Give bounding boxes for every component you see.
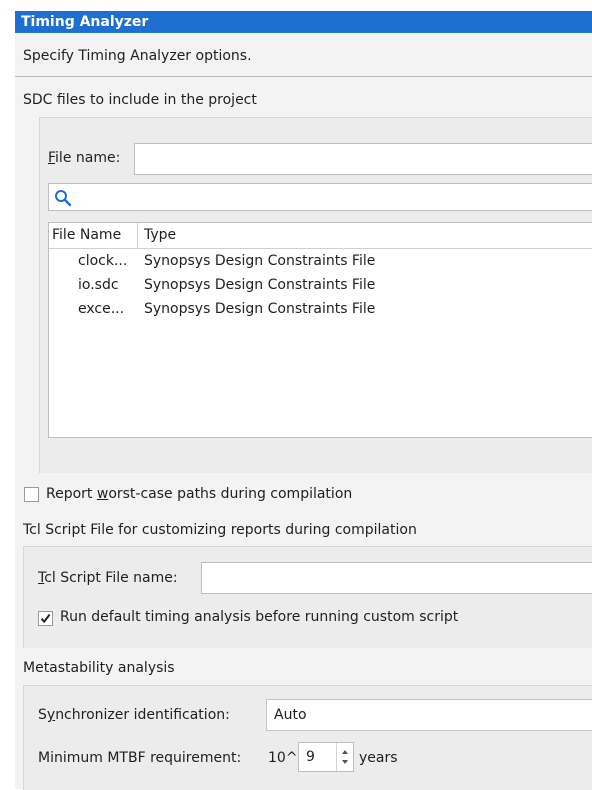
description-divider <box>15 76 592 77</box>
table-row[interactable]: clock... Synopsys Design Constraints Fil… <box>49 252 592 274</box>
table-row[interactable]: exce... Synopsys Design Constraints File <box>49 300 592 322</box>
dialog-description: Specify Timing Analyzer options. <box>23 48 252 64</box>
report-worst-case-checkbox[interactable] <box>24 487 39 502</box>
file-name-label: File name: <box>48 150 121 166</box>
table-row[interactable]: io.sdc Synopsys Design Constraints File <box>49 276 592 298</box>
file-name-cell: clock... <box>78 253 128 269</box>
synchronizer-identification-select[interactable]: Auto <box>266 699 592 731</box>
metastability-section-label: Metastability analysis <box>23 660 175 676</box>
report-worst-case-label[interactable]: Report worst-case paths during compilati… <box>46 486 352 502</box>
mtbf-spinbox[interactable]: 9 <box>298 742 354 772</box>
file-type-cell: Synopsys Design Constraints File <box>144 301 376 317</box>
file-type-cell: Synopsys Design Constraints File <box>144 253 376 269</box>
search-icon <box>55 190 72 207</box>
file-name-cell: exce... <box>78 301 125 317</box>
run-default-label[interactable]: Run default timing analysis before runni… <box>60 609 458 625</box>
mtbf-exponent-prefix: 10^ <box>268 750 298 766</box>
file-name-cell: io.sdc <box>78 277 119 293</box>
file-list-header: File Name Type <box>49 223 592 249</box>
file-name-input[interactable] <box>134 143 592 175</box>
sdc-file-list[interactable]: File Name Type clock... Synopsys Design … <box>48 222 592 438</box>
dialog-title-bar: Timing Analyzer <box>15 11 592 33</box>
column-header-type[interactable]: Type <box>144 227 176 243</box>
tcl-script-name-input[interactable] <box>201 562 592 594</box>
mtbf-label: Minimum MTBF requirement: <box>38 750 242 766</box>
dialog-title: Timing Analyzer <box>21 14 149 30</box>
column-header-file-name[interactable]: File Name <box>52 227 121 243</box>
file-type-cell: Synopsys Design Constraints File <box>144 277 376 293</box>
sdc-section-label: SDC files to include in the project <box>23 92 257 108</box>
mtbf-value: 9 <box>306 749 315 765</box>
run-default-checkbox[interactable] <box>38 611 53 626</box>
tcl-script-name-label: Tcl Script File name: <box>38 570 178 586</box>
spinner-arrows-icon[interactable] <box>336 743 353 771</box>
check-icon <box>40 613 51 624</box>
column-divider[interactable] <box>137 223 138 248</box>
mtbf-units: years <box>359 750 398 766</box>
tcl-section-label: Tcl Script File for customizing reports … <box>23 522 417 538</box>
synchronizer-identification-label: Synchronizer identification: <box>38 707 230 723</box>
file-search-input[interactable] <box>48 183 592 211</box>
